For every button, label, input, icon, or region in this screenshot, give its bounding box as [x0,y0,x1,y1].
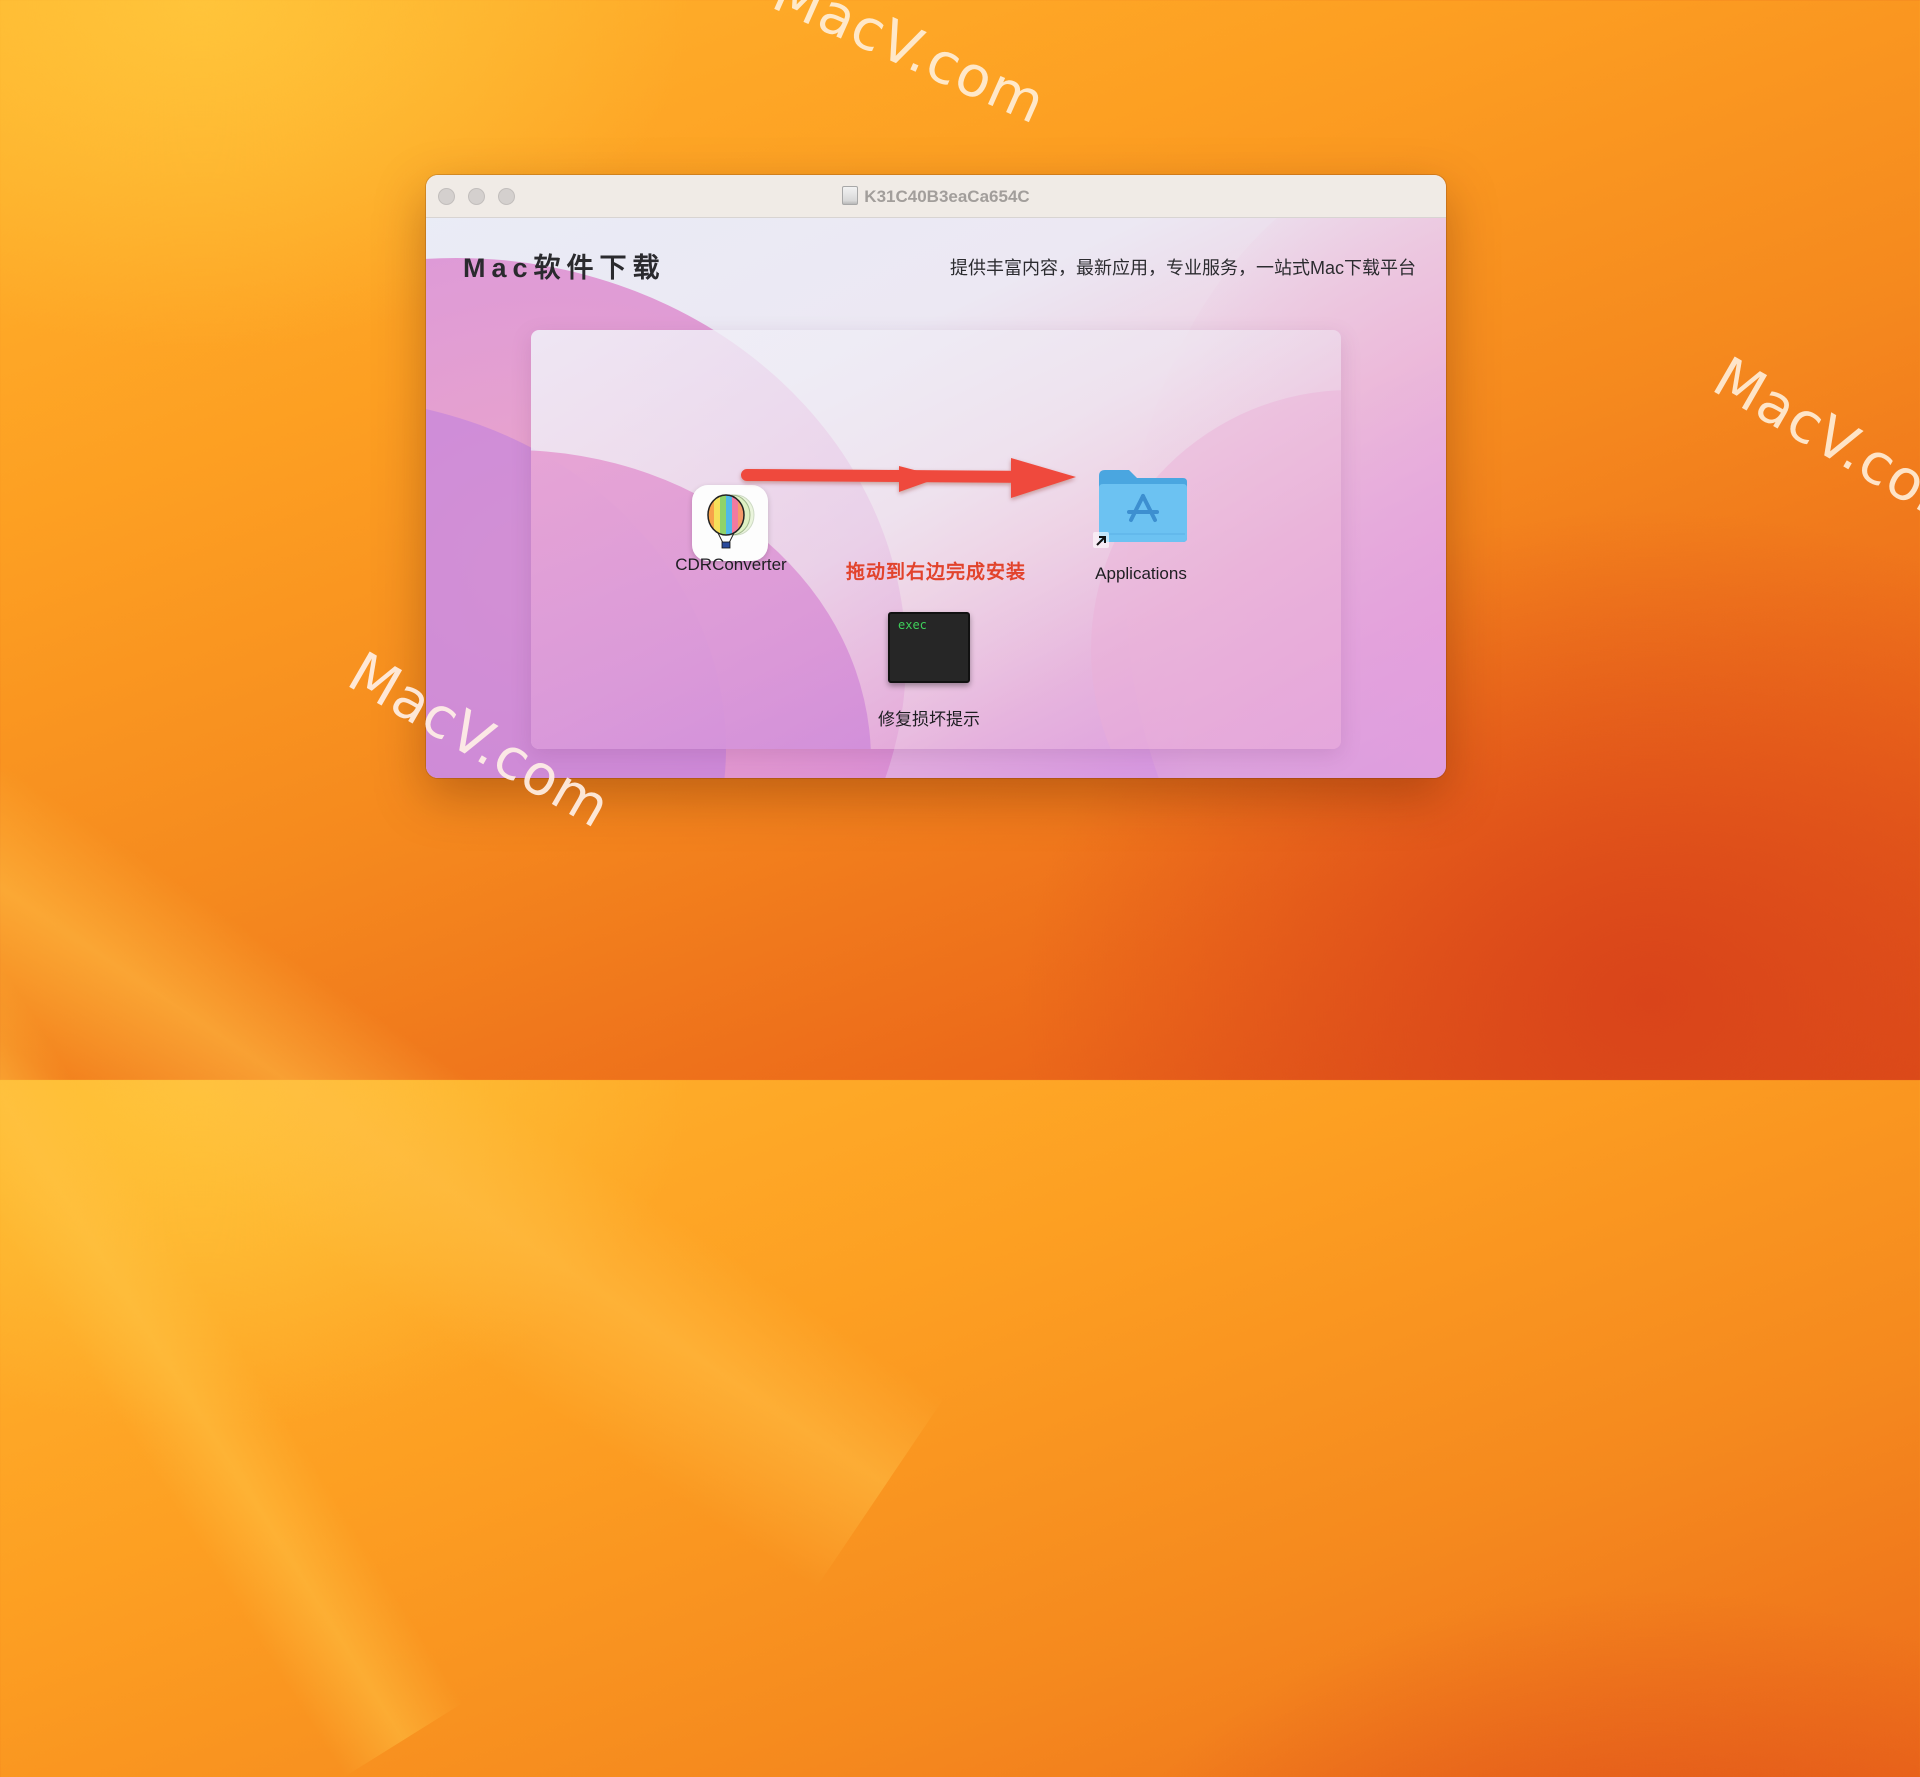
window-content: Mac软件下载 提供丰富内容，最新应用，专业服务，一站式Mac下载平台 [426,218,1446,778]
slogan: 提供丰富内容，最新应用，专业服务，一站式Mac下载平台 [950,254,1416,280]
dmg-installer-window: K31C40B3eaCa654C Mac软件下载 提供丰富内容，最新应用，专业服… [426,175,1446,778]
fix-script-icon[interactable]: exec [888,612,970,683]
applications-folder[interactable] [1097,468,1189,546]
disk-icon [842,186,858,205]
brand-title: Mac软件下载 [463,246,666,285]
applications-label: Applications [1051,564,1231,584]
applications-folder-icon [1097,468,1189,546]
install-panel: CDRConverter 拖动到右边完成安装 [531,330,1341,749]
alias-arrow-icon [1093,532,1109,548]
watermark: MacV.com [1703,345,1920,546]
window-title: K31C40B3eaCa654C [426,186,1446,207]
title-bar[interactable]: K31C40B3eaCa654C [426,175,1446,218]
exec-icon-text: exec [898,618,927,632]
drag-arrow [741,450,1081,540]
fix-script-label: 修复损坏提示 [829,705,1029,730]
window-title-text: K31C40B3eaCa654C [864,187,1029,206]
watermark: MacV.com [764,0,1055,137]
